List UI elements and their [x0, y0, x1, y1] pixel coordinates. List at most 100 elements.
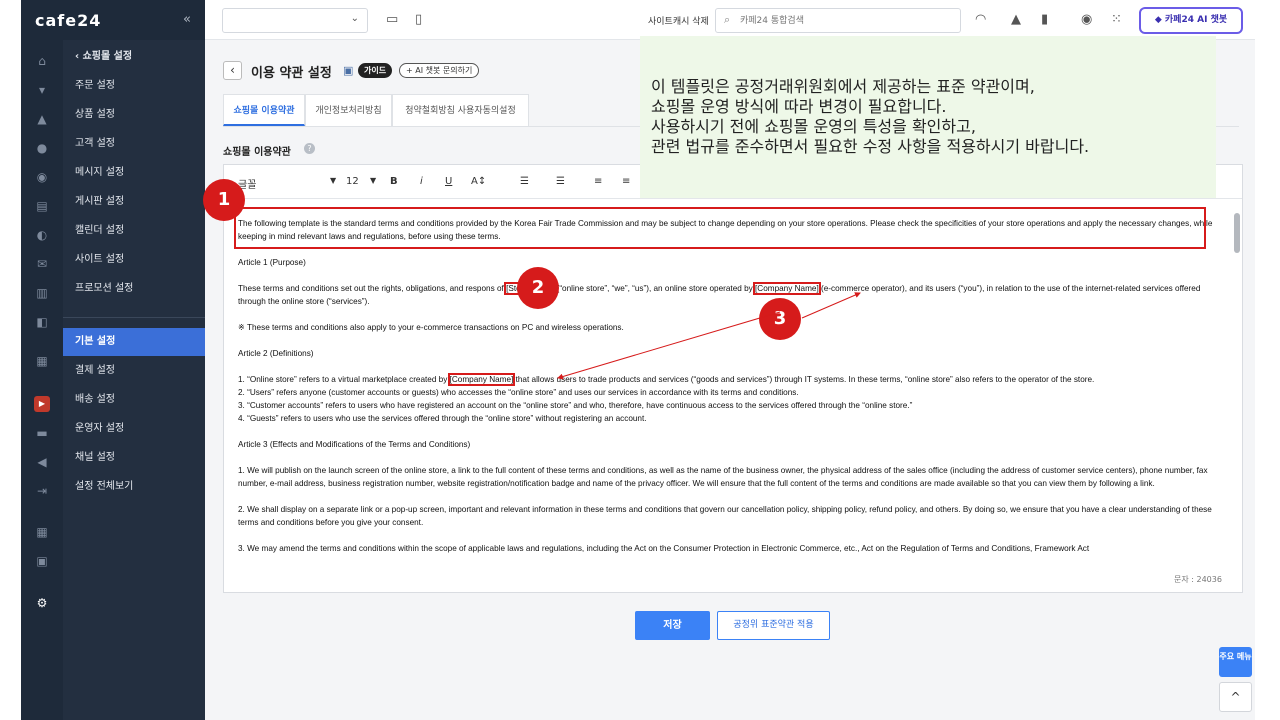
desktop-icon[interactable]: ▭ — [386, 12, 398, 27]
marker-3: 3 — [759, 298, 801, 340]
align-left-icon[interactable]: ≡ — [594, 176, 602, 187]
promo-icon[interactable]: ◧ — [34, 314, 50, 330]
ai-chatbot-button[interactable]: ◆ 카페24 AI 챗봇 — [1139, 7, 1243, 34]
submenu-item[interactable]: 고객 설정 — [63, 130, 205, 158]
marker-2: 2 — [517, 267, 559, 309]
article-2-item-2: 2. “Users” refers anyone (customer accou… — [238, 388, 799, 397]
page-title: 이용 약관 설정 — [251, 66, 332, 81]
font-size-button[interactable]: A↕ — [471, 176, 486, 187]
article-3-title: Article 3 (Effects and Modifications of … — [238, 440, 471, 449]
submenu-item[interactable]: 기본 설정 — [63, 328, 205, 356]
bookmark-icon[interactable]: ▮ — [1041, 12, 1048, 27]
back-button[interactable]: ‹ — [223, 61, 242, 80]
submenu-item[interactable]: 캘린더 설정 — [63, 217, 205, 245]
stats-icon[interactable]: ▥ — [34, 285, 50, 301]
megaphone-icon[interactable]: ◀ — [34, 454, 50, 470]
chevron-down-icon[interactable]: ▼ — [330, 176, 336, 185]
apply-standard-terms-button[interactable]: 공정위 표준약관 적용 — [717, 611, 830, 640]
folder-icon[interactable]: ▣ — [34, 553, 50, 569]
terms-document[interactable]: The following template is the standard t… — [238, 217, 1216, 563]
callout-text: 이 템플릿은 공정거래위원회에서 제공하는 표준 약관이며, 쇼핑몰 운영 방식… — [651, 77, 1090, 156]
ai-chatbot-icon: ◆ — [1154, 15, 1165, 25]
search-icon: ⌕ — [724, 13, 731, 26]
store-icon[interactable]: ▬ — [34, 425, 50, 441]
submenu-item[interactable]: 프로모션 설정 — [63, 275, 205, 303]
headset-icon[interactable]: ◠ — [975, 12, 986, 27]
user-icon[interactable]: ◉ — [1081, 12, 1092, 27]
align-center-icon[interactable]: ≡ — [622, 176, 630, 187]
settings-list-icon[interactable]: ▦ — [34, 353, 50, 369]
intro-highlight-box — [234, 207, 1206, 249]
shop-select[interactable]: ⌄ — [222, 8, 368, 33]
callout-box: 이 템플릿은 공정거래위원회에서 제공하는 표준 약관이며, 쇼핑몰 운영 방식… — [640, 36, 1216, 198]
submenu-item[interactable]: 설정 전체보기 — [63, 473, 205, 501]
guide-badge[interactable]: 가이드 — [358, 63, 393, 78]
settings-submenu: ‹ 쇼핑몰 설정 주문 설정 상품 설정 고객 설정 메시지 설정 게시판 설정 캘린더 … — [63, 40, 205, 720]
help-icon[interactable]: ? — [304, 143, 315, 154]
save-button[interactable]: 저장 — [635, 611, 710, 640]
home-icon[interactable]: ⌂ — [34, 53, 50, 69]
submenu-item[interactable]: 메시지 설정 — [63, 159, 205, 187]
article-1-title: Article 1 (Purpose) — [238, 258, 306, 267]
article-3-item-2: 2. We shall display on a separate link o… — [238, 505, 1212, 527]
cafe24-logo: cafe24 — [35, 11, 102, 30]
export-icon[interactable]: ⇥ — [34, 483, 50, 499]
mobile-icon[interactable]: ▯ — [415, 12, 422, 27]
submenu-item[interactable]: 상품 설정 — [63, 101, 205, 129]
top-bar: ⌄ ▭ ▯ 사이트캐시 삭제 ⌕ ◠ ▲ ▮ ◉ ⁙ ◆ 카페24 AI 챗봇 — [205, 0, 1255, 40]
bullet-list-icon[interactable]: ☰ — [556, 176, 565, 187]
ai-ask-button[interactable]: + AI 챗봇 문의하기 — [399, 63, 480, 78]
scroll-thumb[interactable] — [1234, 213, 1240, 253]
apps-icon[interactable]: ▦ — [34, 524, 50, 540]
submenu-item[interactable]: 운영자 설정 — [63, 415, 205, 443]
tab-shop-terms[interactable]: 쇼핑몰 이용약관 — [223, 94, 305, 126]
book-icon[interactable]: ▣ — [343, 64, 353, 77]
article-3-item-3: 3. We may amend the terms and conditions… — [238, 544, 1090, 553]
article-1-note: ※ These terms and conditions also apply … — [238, 323, 624, 332]
article-2-item-1: 1. “Online store” refers to a virtual ma… — [238, 373, 1095, 386]
submenu-item[interactable]: 사이트 설정 — [63, 246, 205, 274]
submenu-divider — [63, 317, 205, 318]
submenu-item[interactable]: 주문 설정 — [63, 72, 205, 100]
palette-icon[interactable]: ◐ — [34, 227, 50, 243]
submenu-item[interactable]: 채널 설정 — [63, 444, 205, 472]
main-menu-button[interactable]: 주요 메뉴 — [1219, 647, 1252, 677]
italic-button[interactable]: i — [420, 176, 423, 187]
font-size-select[interactable]: 12 — [346, 176, 359, 187]
scroll-top-button[interactable]: ^ — [1219, 682, 1252, 712]
tab-withdrawal-consent[interactable]: 청약철회방침 사용자동의설정 — [392, 94, 529, 126]
tab-privacy-policy[interactable]: 개인정보처리방침 — [305, 94, 392, 126]
article-3-item-1: 1. We will publish on the launch screen … — [238, 466, 1208, 488]
editor-scrollbar[interactable] — [1234, 213, 1240, 558]
underline-button[interactable]: U — [445, 176, 452, 187]
article-2-item-3: 3. “Customer accounts” refers to users w… — [238, 401, 913, 410]
company-name-placeholder: [Company Name] — [753, 282, 821, 295]
submenu-item[interactable]: 게시판 설정 — [63, 188, 205, 216]
grid-icon[interactable]: ⁙ — [1111, 12, 1122, 27]
mail-icon[interactable]: ✉ — [34, 256, 50, 272]
submenu-back[interactable]: ‹ 쇼핑몰 설정 — [63, 43, 205, 71]
board-icon[interactable]: ▤ — [34, 198, 50, 214]
article-2-item-4: 4. “Guests” refers to users who use the … — [238, 414, 647, 423]
collapse-menu-button[interactable]: « — [183, 12, 191, 27]
bold-button[interactable]: B — [390, 176, 398, 187]
logo-bar: cafe24 « — [21, 0, 205, 40]
search-input[interactable] — [740, 13, 950, 28]
section-title: 쇼핑몰 이용약관 — [223, 147, 291, 158]
global-search[interactable]: ⌕ — [715, 8, 961, 33]
submenu-item[interactable]: 배송 설정 — [63, 386, 205, 414]
ordered-list-icon[interactable]: ☰ — [520, 176, 529, 187]
chat-icon[interactable]: ◉ — [34, 169, 50, 185]
shirt-icon[interactable]: ▲ — [34, 111, 50, 127]
chevron-down-icon: ⌄ — [350, 13, 359, 24]
article-1-paragraph: These terms and conditions set out the r… — [238, 282, 1201, 306]
cart-icon[interactable]: ▾ — [34, 82, 50, 98]
bell-icon[interactable]: ▲ — [1011, 12, 1021, 27]
company-name-placeholder-2: [Company Name] — [447, 373, 516, 386]
submenu-item[interactable]: 결제 설정 — [63, 357, 205, 385]
cache-delete-button[interactable]: 사이트캐시 삭제 — [648, 14, 709, 27]
chevron-down-icon[interactable]: ▼ — [370, 176, 376, 185]
person-icon[interactable]: ● — [34, 140, 50, 156]
gear-icon[interactable]: ⚙ — [34, 595, 50, 611]
youtube-icon[interactable]: ▶ — [34, 396, 50, 412]
